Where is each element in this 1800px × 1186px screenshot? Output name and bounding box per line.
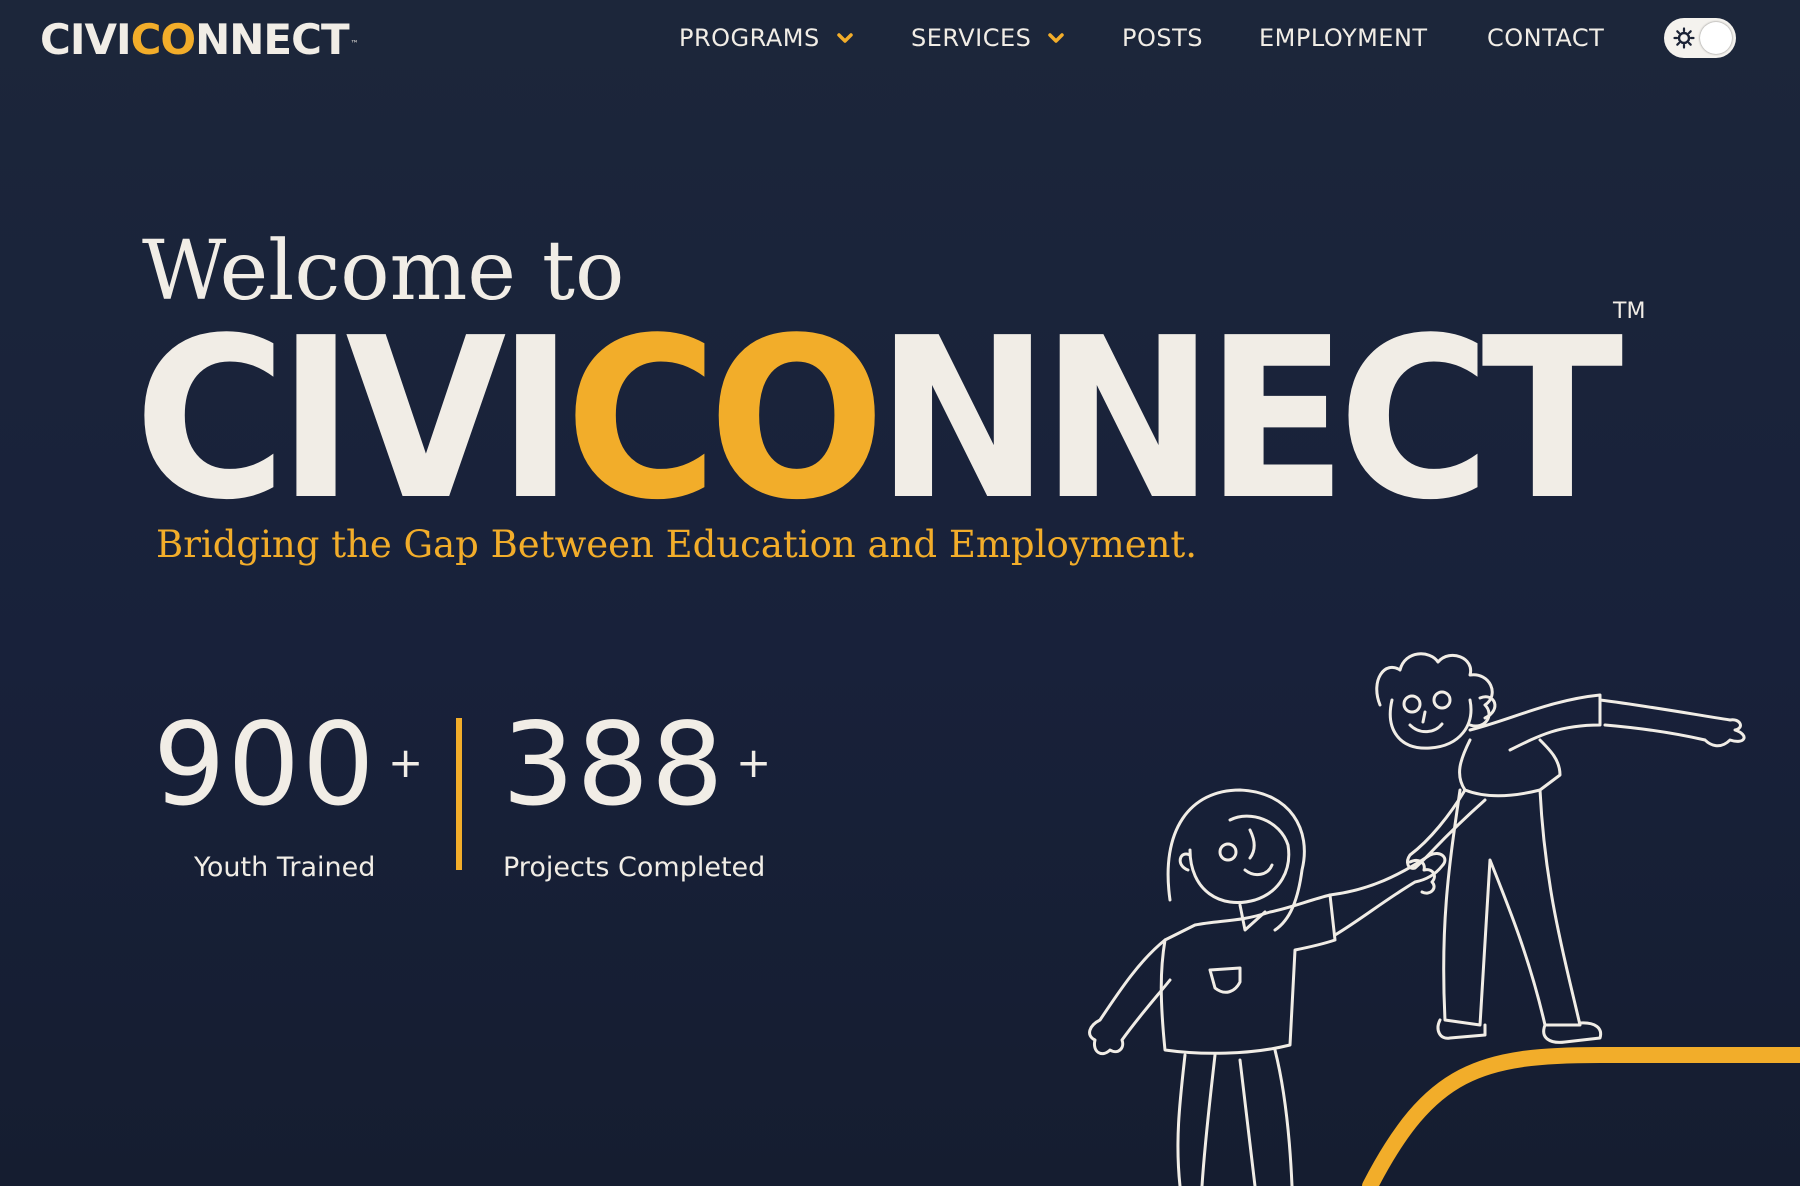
sun-icon — [1673, 27, 1695, 49]
nav-item-services[interactable]: SERVICES — [911, 24, 1067, 52]
logo-text-suffix: NNECT — [195, 15, 349, 64]
site-header: CIVICONNECT ™ PROGRAMS SERVICES POSTS EMP… — [0, 0, 1800, 80]
logo-text-prefix: CIVI — [40, 15, 132, 64]
svg-text:CIVICONNECT: CIVICONNECT — [140, 298, 1623, 518]
nav-label-contact: CONTACT — [1487, 24, 1605, 52]
chevron-down-icon — [1048, 33, 1065, 43]
brand-trademark: TM — [1612, 299, 1645, 324]
nav-label-employment: EMPLOYMENT — [1259, 24, 1428, 52]
stat-youth-label: Youth Trained — [194, 852, 376, 883]
nav-item-programs[interactable]: PROGRAMS — [679, 24, 856, 52]
nav-item-contact[interactable]: CONTACT — [1487, 24, 1604, 52]
chevron-down-icon — [836, 33, 853, 43]
stat-youth-value: 900 — [153, 698, 377, 831]
header-logo[interactable]: CIVICONNECT ™ — [40, 14, 359, 66]
stat-projects-value: 388 — [502, 698, 726, 831]
brand-suffix: NNECT — [876, 298, 1623, 518]
brand-prefix: CIVI — [140, 298, 565, 518]
hero-brand-logo: CIVICONNECT TM — [140, 298, 1645, 518]
stat-youth-plus: + — [388, 738, 424, 787]
nav-label-programs: PROGRAMS — [679, 24, 820, 52]
nav-item-employment[interactable]: EMPLOYMENT — [1259, 24, 1428, 52]
nav-item-posts[interactable]: POSTS — [1122, 24, 1203, 52]
toggle-knob — [1700, 22, 1732, 54]
theme-toggle[interactable] — [1664, 18, 1736, 58]
stats-divider — [456, 718, 462, 870]
logo-trademark: ™ — [350, 39, 359, 48]
nav-label-services: SERVICES — [911, 24, 1032, 52]
stat-projects-label: Projects Completed — [503, 852, 766, 883]
stat-projects-plus: + — [736, 738, 772, 787]
hero-tagline: Bridging the Gap Between Education and E… — [156, 523, 1198, 566]
logo-text-accent: CO — [130, 15, 197, 64]
brand-accent: CO — [565, 298, 876, 518]
helping-hand-people-illustration — [1088, 652, 1800, 1186]
nav-label-posts: POSTS — [1122, 24, 1203, 52]
